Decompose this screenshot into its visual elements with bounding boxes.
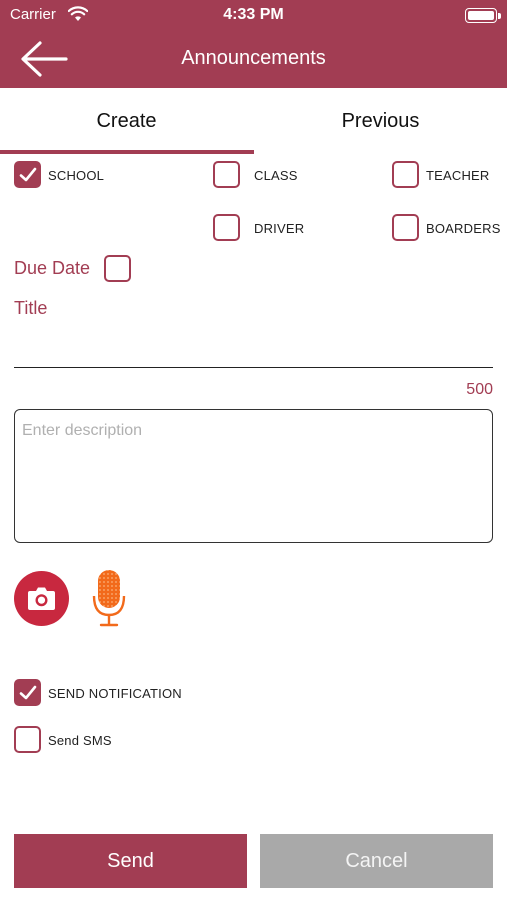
active-tab-indicator xyxy=(0,150,254,154)
status-bar: Carrier 4:33 PM xyxy=(0,0,507,30)
battery-icon xyxy=(465,8,497,23)
school-checkbox[interactable] xyxy=(14,161,41,188)
boarders-checkbox[interactable] xyxy=(392,214,419,241)
teacher-checkbox[interactable] xyxy=(392,161,419,188)
class-label: CLASS xyxy=(254,168,298,183)
microphone-icon[interactable] xyxy=(90,568,128,628)
cancel-button[interactable]: Cancel xyxy=(260,834,493,888)
title-label: Title xyxy=(14,298,48,318)
tab-previous[interactable]: Previous xyxy=(254,88,507,155)
boarders-label: BOARDERS xyxy=(426,221,501,236)
send-sms-label: Send SMS xyxy=(48,733,112,748)
driver-checkbox[interactable] xyxy=(213,214,240,241)
status-time: 4:33 PM xyxy=(223,6,284,23)
due-date-label: Due Date xyxy=(14,258,91,278)
due-date-checkbox[interactable] xyxy=(104,255,131,282)
nav-bar: Announcements xyxy=(0,30,507,88)
checkmark-icon xyxy=(19,685,37,700)
send-sms-checkbox[interactable] xyxy=(14,726,41,753)
tab-create[interactable]: Create xyxy=(0,88,253,155)
camera-button[interactable] xyxy=(14,571,69,626)
tab-bar: Create Previous xyxy=(0,88,507,155)
school-label: SCHOOL xyxy=(48,168,105,183)
char-count: 500 xyxy=(466,381,493,398)
title-input[interactable] xyxy=(14,330,493,368)
battery-tip xyxy=(498,13,501,19)
teacher-label: TEACHER xyxy=(426,168,490,183)
checkmark-icon xyxy=(19,167,37,182)
send-button[interactable]: Send xyxy=(14,834,247,888)
description-input[interactable] xyxy=(14,409,493,543)
send-notification-checkbox[interactable] xyxy=(14,679,41,706)
driver-label: DRIVER xyxy=(254,221,305,236)
camera-icon xyxy=(28,587,55,610)
class-checkbox[interactable] xyxy=(213,161,240,188)
send-notification-label: SEND NOTIFICATION xyxy=(48,686,182,701)
page-title: Announcements xyxy=(181,47,326,69)
